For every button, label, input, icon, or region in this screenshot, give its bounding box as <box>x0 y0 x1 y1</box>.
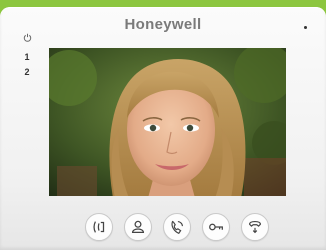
monitor-button[interactable] <box>124 213 152 241</box>
talk-icon <box>93 221 105 233</box>
power-icon[interactable] <box>23 33 32 42</box>
unlock-button[interactable] <box>202 213 230 241</box>
status-led <box>304 26 307 29</box>
video-screen <box>49 48 286 196</box>
side-panel: 1 2 <box>15 33 39 80</box>
transfer-button[interactable] <box>241 213 269 241</box>
unlock-icon <box>209 223 223 231</box>
intercom-icon <box>171 220 183 235</box>
channel-2-button[interactable]: 2 <box>15 65 39 80</box>
intercom-button[interactable] <box>163 213 191 241</box>
brand-logo: Honeywell <box>124 16 202 33</box>
talk-button[interactable] <box>85 213 113 241</box>
monitor-icon <box>131 220 145 234</box>
transfer-icon <box>249 221 261 234</box>
intercom-monitor: Honeywell 1 2 <box>0 7 326 250</box>
control-bar <box>0 213 326 243</box>
video-feed <box>49 48 286 196</box>
channel-1-button[interactable]: 1 <box>15 50 39 65</box>
